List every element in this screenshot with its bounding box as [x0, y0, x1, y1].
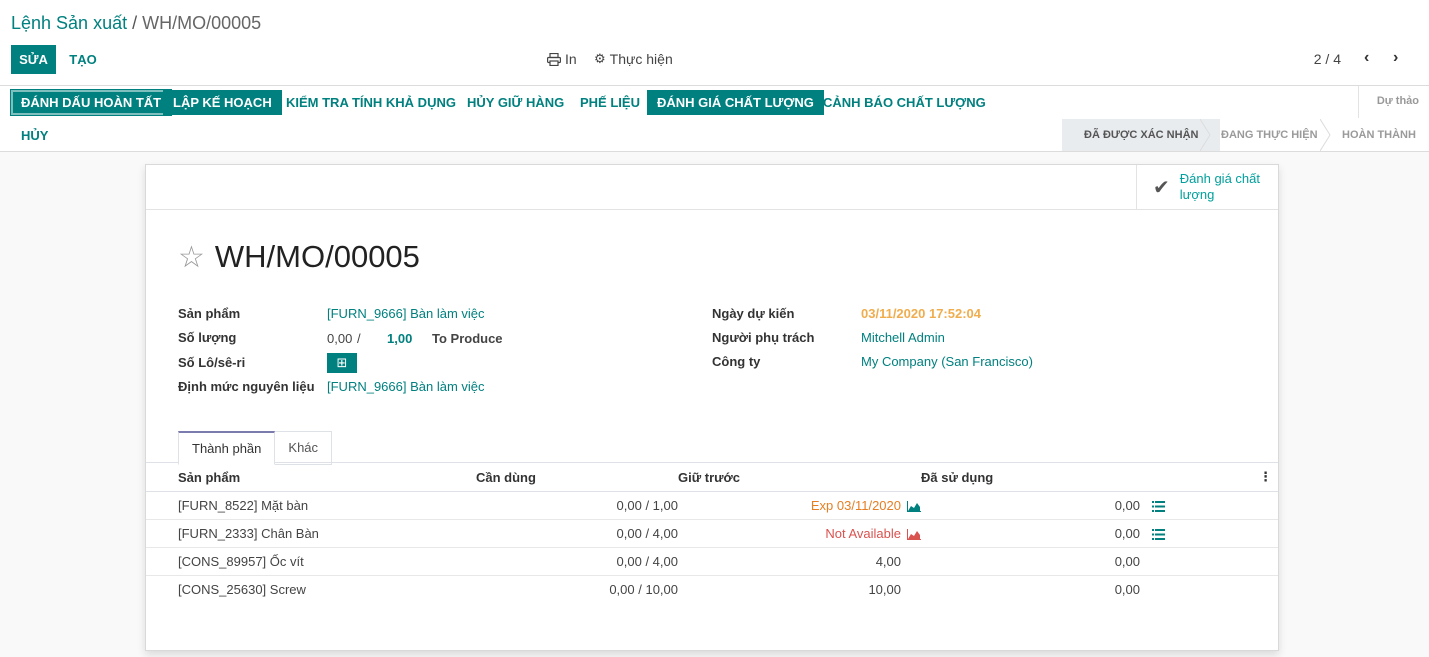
quality-alert-button[interactable]: Cảnh báo chất lượng: [813, 90, 996, 115]
title-row: ☆ WH/MO/00005: [178, 239, 420, 275]
row-consumed[interactable]: 0,00: [921, 575, 1140, 603]
table-row[interactable]: [FURN_2333] Chân Bàn 0,00 / 4,00 Not Ava…: [146, 519, 1278, 548]
check-icon: ✔: [1153, 176, 1170, 199]
row-detail: [1140, 519, 1278, 548]
area-chart-icon[interactable]: [907, 528, 921, 540]
components-table: Sản phẩm Cần dùng Giữ trước Đã sử dụng ⋮…: [146, 464, 1278, 603]
row-detail: [1140, 547, 1278, 576]
quality-check-button[interactable]: Đánh giá chất lượng: [647, 90, 824, 115]
mark-done-button[interactable]: Đánh dấu hoàn tất: [11, 90, 172, 115]
area-chart-icon[interactable]: [907, 500, 921, 512]
print-label: In: [565, 51, 577, 67]
edit-button[interactable]: Sửa: [11, 45, 56, 74]
row-to-consume: 0,00 / 1,00: [476, 491, 678, 520]
quantity-suffix: To Produce: [432, 331, 503, 346]
quality-check-smart-button[interactable]: ✔ Đánh giá chất lượng: [1136, 165, 1278, 209]
stage-confirmed[interactable]: Đã được xác nhận: [1062, 119, 1221, 151]
column-header-product[interactable]: Sản phẩm: [146, 464, 476, 492]
row-detail: [1140, 491, 1278, 520]
lot-label: Số Lô/sê-ri: [178, 355, 246, 370]
pager-value[interactable]: 2 / 4: [1314, 51, 1341, 67]
row-to-consume: 0,00 / 4,00: [476, 519, 678, 548]
page-title: WH/MO/00005: [214, 239, 420, 274]
row-detail: [1140, 575, 1278, 603]
product-label: Sản phẩm: [178, 306, 241, 321]
unreserve-button[interactable]: Hủy giữ hàng: [457, 90, 574, 115]
row-product: [FURN_2333] Chân Bàn: [146, 519, 476, 548]
gear-icon: ⚙: [594, 51, 606, 66]
row-product: [CONS_89957] Ốc vít: [146, 547, 476, 576]
stage-arrow-icon: [1320, 119, 1331, 151]
action-menu[interactable]: ⚙ Thực hiện: [594, 51, 673, 67]
row-to-consume: 0,00 / 10,00: [609, 581, 678, 597]
stage-arrow-icon: [1200, 119, 1211, 151]
printer-icon: [547, 52, 561, 66]
smart-button-label: Đánh giá chất lượng: [1179, 171, 1260, 202]
row-reserved-value: Exp 03/11/2020: [810, 497, 901, 513]
print-menu[interactable]: In: [547, 51, 577, 67]
row-reserved: Not Available: [678, 519, 921, 548]
product-field[interactable]: [FURN_9666] Bàn làm việc: [327, 306, 485, 321]
responsible-label: Người phụ trách: [712, 330, 815, 345]
tab-components[interactable]: Thành phần: [178, 431, 276, 465]
table-header-row: Sản phẩm Cần dùng Giữ trước Đã sử dụng ⋮: [146, 464, 1278, 492]
tab-other[interactable]: Khác: [275, 431, 333, 465]
bom-field[interactable]: [FURN_9666] Bàn làm việc: [327, 379, 485, 394]
quantity-produced: 0,00: [327, 331, 353, 346]
scheduled-date-field[interactable]: 03/11/2020 17:52:04: [861, 306, 981, 321]
row-reserved-value: Not Available: [825, 525, 901, 541]
row-reserved: 4,00: [678, 547, 921, 576]
company-label: Công ty: [712, 354, 761, 369]
quantity-label: Số lượng: [178, 330, 237, 345]
column-header-to-consume[interactable]: Cần dùng: [476, 464, 678, 492]
cancel-button[interactable]: Hủy: [11, 123, 58, 148]
chevron-left-icon[interactable]: ‹: [1364, 49, 1369, 67]
column-header-consumed[interactable]: Đã sử dụng: [921, 464, 1140, 492]
add-lot-button[interactable]: ⊞: [327, 353, 357, 373]
statusbar-divider: [1358, 86, 1359, 118]
notebook-tabs: Thành phần Khác: [178, 431, 333, 465]
stage-draft[interactable]: Dự thảo: [1377, 95, 1419, 107]
bom-label: Định mức nguyên liệu: [178, 379, 315, 394]
table-row[interactable]: [CONS_89957] Ốc vít 0,00 / 4,00 4,00 0,0…: [146, 547, 1278, 576]
quantity-total[interactable]: 1,00: [387, 331, 412, 346]
plus-square-icon: ⊞: [336, 355, 348, 370]
stage-in-progress[interactable]: Đang thực hiện: [1221, 119, 1318, 151]
vertical-dots-icon[interactable]: ⋮: [1259, 469, 1272, 484]
list-icon[interactable]: [1152, 500, 1165, 512]
responsible-field[interactable]: Mitchell Admin: [861, 330, 945, 345]
row-consumed[interactable]: 0,00: [921, 519, 1140, 548]
plan-button[interactable]: Lập kế hoạch: [163, 90, 282, 115]
create-button[interactable]: Tạo: [64, 45, 102, 74]
breadcrumb: Lệnh Sản xuất / WH/MO/00005: [11, 13, 261, 34]
quantity-separator: /: [357, 331, 361, 346]
chevron-right-icon[interactable]: ›: [1393, 49, 1398, 67]
row-consumed[interactable]: 0,00: [921, 491, 1140, 520]
list-icon[interactable]: [1152, 528, 1165, 540]
row-to-consume: 0,00 / 4,00: [476, 547, 678, 576]
scrap-button[interactable]: Phế liệu: [570, 90, 650, 115]
row-reserved: 10,00: [868, 581, 901, 597]
action-label: Thực hiện: [609, 51, 673, 67]
button-box: ✔ Đánh giá chất lượng: [146, 165, 1278, 210]
control-panel: Lệnh Sản xuất / WH/MO/00005 Sửa Tạo In ⚙ T…: [0, 0, 1429, 86]
scheduled-date-label: Ngày dự kiến: [712, 306, 795, 321]
breadcrumb-parent-link[interactable]: Lệnh Sản xuất: [11, 13, 127, 33]
breadcrumb-current: WH/MO/00005: [142, 13, 262, 33]
row-product: [FURN_8522] Mặt bàn: [146, 491, 476, 520]
row-to-consume-value: 0,00 / 1,00: [616, 497, 678, 513]
star-icon[interactable]: ☆: [178, 240, 205, 275]
company-field[interactable]: My Company (San Francisco): [861, 354, 1033, 369]
column-options[interactable]: ⋮: [1140, 464, 1278, 492]
stage-done[interactable]: Hoàn thành: [1342, 119, 1416, 151]
breadcrumb-separator: /: [132, 13, 138, 33]
check-availability-button[interactable]: Kiểm tra tính khả dụng: [276, 90, 466, 115]
row-consumed[interactable]: 0,00: [921, 547, 1140, 576]
table-row[interactable]: [FURN_8522] Mặt bàn 0,00 / 1,00 Exp 03/1…: [146, 491, 1278, 520]
row-product: [CONS_25630] Screw: [178, 581, 306, 597]
form-sheet: ✔ Đánh giá chất lượng ☆ WH/MO/00005 Sản …: [145, 164, 1279, 651]
column-header-reserved[interactable]: Giữ trước: [678, 464, 921, 492]
row-reserved: Exp 03/11/2020: [678, 491, 921, 520]
table-row[interactable]: [CONS_25630] Screw 0,00 / 10,00 10,00 0,…: [146, 575, 1278, 603]
